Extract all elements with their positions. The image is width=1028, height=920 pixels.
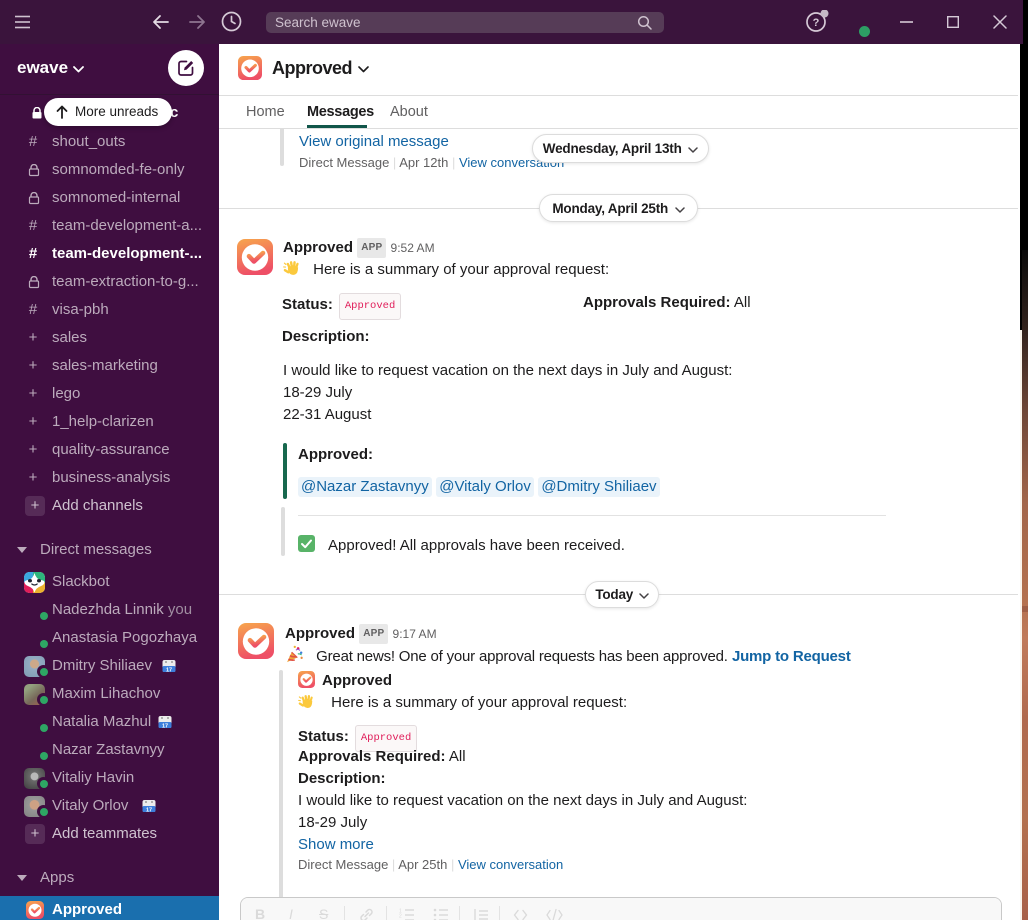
svg-text:?: ?	[813, 17, 820, 29]
svg-text:17: 17	[162, 723, 168, 729]
svg-text:17: 17	[146, 807, 152, 813]
svg-text:17: 17	[166, 667, 172, 673]
svg-text:2: 2	[399, 914, 402, 920]
